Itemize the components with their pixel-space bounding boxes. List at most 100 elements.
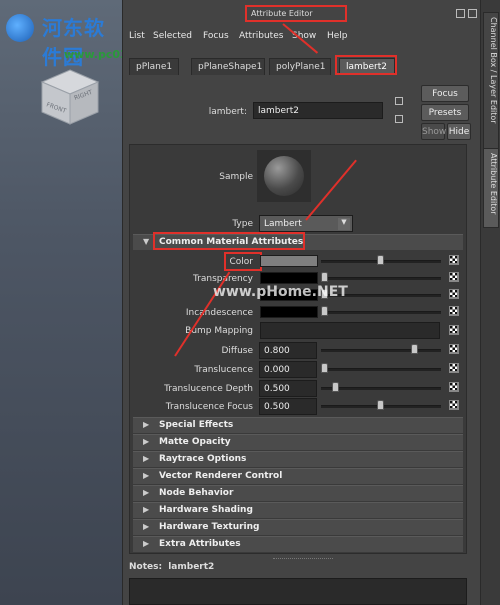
bump-mapping-map-button[interactable] (449, 325, 459, 335)
menu-help[interactable]: Help (327, 31, 348, 41)
tab-channel-box[interactable]: Channel Box / Layer Editor (483, 12, 499, 150)
focus-button[interactable]: Focus (421, 85, 469, 102)
translucence-slider[interactable] (321, 368, 441, 371)
color-map-button[interactable] (449, 255, 459, 265)
notes-field[interactable] (129, 578, 467, 605)
collapsed-arrow-icon: ▶ (143, 454, 150, 463)
node-type-label: lambert: (208, 107, 247, 117)
section-label: Node Behavior (159, 488, 234, 498)
tab-attribute-editor[interactable]: Attribute Editor (483, 148, 499, 228)
translucence-focus-slider-handle[interactable] (377, 400, 384, 410)
load-selected-icon[interactable] (395, 97, 403, 105)
section-label: Raytrace Options (159, 454, 247, 464)
section-raytrace-options[interactable]: ▶ Raytrace Options (133, 451, 463, 467)
notes-label: Notes: (129, 562, 163, 572)
translucence-depth-slider[interactable] (321, 387, 441, 390)
translucence-slider-handle[interactable] (321, 363, 328, 373)
section-hardware-texturing[interactable]: ▶ Hardware Texturing (133, 519, 463, 535)
transparency-slider-handle[interactable] (321, 272, 328, 282)
section-matte-opacity[interactable]: ▶ Matte Opacity (133, 434, 463, 450)
viewcube-icon[interactable]: FRONT RIGHT (38, 66, 102, 126)
collapsed-arrow-icon: ▶ (143, 437, 150, 446)
translucence-focus-map-button[interactable] (449, 400, 459, 410)
menu-list[interactable]: List (129, 31, 145, 41)
viewport-panel[interactable]: 河东软件园 www.pc0359.cn FRONT RIGHT (0, 0, 162, 605)
watermark-overlay: www.pHome.NET (213, 284, 348, 300)
translucence-label: Translucence (194, 365, 253, 375)
menu-selected[interactable]: Selected (153, 31, 192, 41)
ambient-color-map-button[interactable] (449, 289, 459, 299)
collapsed-arrow-icon: ▶ (143, 420, 150, 429)
show-button[interactable]: Show (421, 123, 446, 140)
presets-button[interactable]: Presets (421, 104, 469, 121)
diffuse-label: Diffuse (221, 346, 253, 356)
side-tab-strip: Channel Box / Layer Editor Attribute Edi… (480, 0, 500, 605)
site-logo-icon (6, 14, 34, 42)
section-label: Matte Opacity (159, 437, 231, 447)
type-label: Type (232, 219, 253, 229)
type-value: Lambert (264, 219, 302, 229)
color-highlight (224, 252, 262, 271)
translucence-map-button[interactable] (449, 363, 459, 373)
menu-attributes[interactable]: Attributes (239, 31, 283, 41)
notes-node: lambert2 (168, 562, 215, 572)
tab-highlight (335, 55, 397, 75)
diffuse-field[interactable]: 0.800 (259, 342, 317, 359)
dropdown-arrow-icon: ▼ (338, 218, 350, 230)
section-label: Vector Renderer Control (159, 471, 283, 481)
incandescence-map-button[interactable] (449, 306, 459, 316)
notes-header: Notes: lambert2 (129, 562, 214, 572)
translucence-focus-field[interactable]: 0.500 (259, 398, 317, 415)
diffuse-slider-handle[interactable] (411, 344, 418, 354)
section-label: Hardware Texturing (159, 522, 260, 532)
float-icon[interactable] (456, 9, 465, 18)
transparency-map-button[interactable] (449, 272, 459, 282)
copy-tab-icon[interactable] (395, 115, 403, 123)
sample-label: Sample (219, 172, 253, 182)
tab-pplane1[interactable]: pPlane1 (129, 58, 179, 75)
tab-pplaneshape1[interactable]: pPlaneShape1 (191, 58, 265, 75)
diffuse-slider[interactable] (321, 349, 441, 352)
tab-polyplane1[interactable]: polyPlane1 (269, 58, 331, 75)
menu-bar: List Selected Focus Attributes Show Help (123, 28, 481, 46)
section-label: Hardware Shading (159, 505, 253, 515)
translucence-focus-label: Translucence Focus (165, 402, 253, 412)
color-swatch[interactable] (260, 255, 318, 267)
transparency-swatch[interactable] (260, 272, 318, 284)
section-hardware-shading[interactable]: ▶ Hardware Shading (133, 502, 463, 518)
translucence-depth-slider-handle[interactable] (332, 382, 339, 392)
section-label: Special Effects (159, 420, 234, 430)
diffuse-map-button[interactable] (449, 344, 459, 354)
color-slider-handle[interactable] (377, 255, 384, 265)
expanded-arrow-icon: ▼ (143, 237, 150, 246)
collapsed-arrow-icon: ▶ (143, 488, 150, 497)
translucence-depth-map-button[interactable] (449, 382, 459, 392)
translucence-depth-label: Translucence Depth (164, 384, 253, 394)
collapsed-arrow-icon: ▶ (143, 522, 150, 531)
resize-handle[interactable] (273, 558, 333, 562)
menu-focus[interactable]: Focus (203, 31, 229, 41)
node-name-field[interactable]: lambert2 (253, 102, 383, 119)
bump-mapping-label: Bump Mapping (185, 326, 253, 336)
section-vector-renderer[interactable]: ▶ Vector Renderer Control (133, 468, 463, 484)
translucence-field[interactable]: 0.000 (259, 361, 317, 378)
collapsed-arrow-icon: ▶ (143, 505, 150, 514)
translucence-depth-field[interactable]: 0.500 (259, 380, 317, 397)
transparency-slider[interactable] (321, 277, 441, 280)
close-icon[interactable] (468, 9, 477, 18)
hide-button[interactable]: Hide (447, 123, 471, 140)
section-highlight (153, 232, 305, 250)
section-special-effects[interactable]: ▶ Special Effects (133, 417, 463, 433)
incandescence-slider[interactable] (321, 311, 441, 314)
bump-mapping-field[interactable] (260, 322, 440, 339)
transparency-label: Transparency (153, 274, 253, 284)
title-highlight (245, 5, 347, 22)
section-extra-attributes[interactable]: ▶ Extra Attributes (133, 536, 463, 552)
incandescence-swatch[interactable] (260, 306, 318, 318)
section-node-behavior[interactable]: ▶ Node Behavior (133, 485, 463, 501)
watermark-site-name: 河东软件园 (42, 16, 105, 69)
collapsed-arrow-icon: ▶ (143, 471, 150, 480)
node-header: lambert: lambert2 Focus Presets Show Hid… (123, 80, 481, 140)
incandescence-slider-handle[interactable] (321, 306, 328, 316)
attribute-editor: Attribute Editor List Selected Focus Att… (122, 0, 481, 605)
